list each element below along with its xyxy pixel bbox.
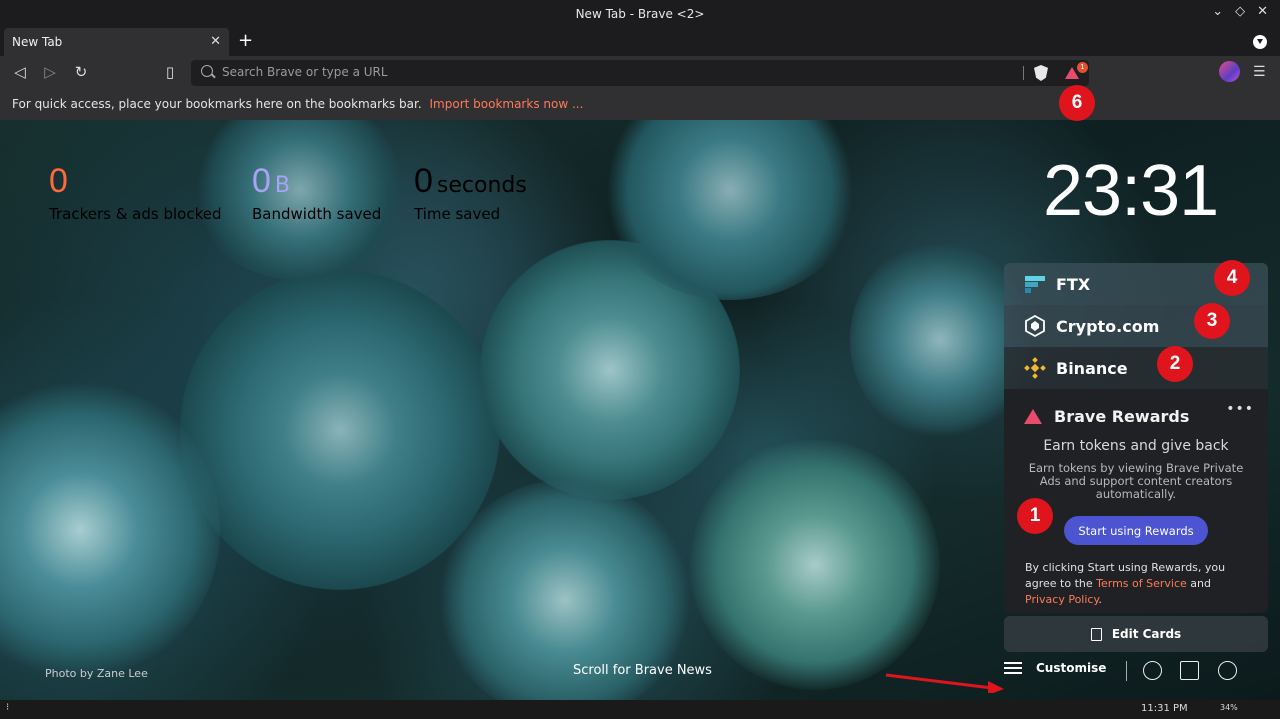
terms-and: and [1190, 577, 1211, 590]
edit-cards-label: Edit Cards [1111, 627, 1182, 641]
tab-strip: New Tab ✕ + [0, 28, 1280, 56]
terms-suffix: . [1098, 593, 1102, 606]
rewards-earn-title: Earn tokens and give back [1043, 438, 1229, 454]
background-rosette [850, 240, 1030, 440]
stat-time: 0 seconds Time saved [414, 162, 527, 223]
address-bar-placeholder: Search Brave or type a URL [222, 65, 388, 79]
rewards-terms: By clicking Start using Rewards, you agr… [1025, 560, 1253, 608]
ftx-icon [1025, 276, 1045, 293]
annotation-arrow [885, 673, 1004, 693]
bandwidth-label: Bandwidth saved [252, 205, 382, 223]
close-window-icon[interactable]: ✕ [1257, 4, 1268, 19]
terms-of-service-link[interactable]: Terms of Service [1096, 577, 1187, 590]
bookmarks-bar-message: For quick access, place your bookmarks h… [12, 97, 422, 111]
bandwidth-count: 0 [252, 162, 271, 200]
time-label: Time saved [414, 205, 501, 223]
history-icon[interactable] [1218, 661, 1237, 680]
back-icon[interactable]: ◁ [10, 63, 30, 81]
address-bar[interactable]: Search Brave or type a URL 1 [191, 60, 1089, 86]
new-tab-page: 0 Trackers & ads blocked 0B Bandwidth sa… [0, 120, 1280, 700]
window-titlebar: New Tab - Brave <2> ⌄ ◇ ✕ [0, 0, 1280, 28]
start-using-rewards-button[interactable]: Start using Rewards [1064, 516, 1208, 545]
address-bar-divider [1023, 66, 1024, 80]
rewards-earn-description: Earn tokens by viewing Brave Private Ads… [1028, 461, 1244, 501]
minimize-icon[interactable]: ⌄ [1212, 4, 1223, 19]
reload-icon[interactable]: ↻ [71, 63, 91, 81]
binance-label: Binance [1056, 358, 1128, 378]
customise-button[interactable]: Customise [1004, 661, 1106, 675]
annotation-marker-4: 4 [1214, 260, 1250, 296]
edit-cards-button[interactable]: Edit Cards [1004, 616, 1268, 652]
more-options-icon[interactable]: ••• [1226, 401, 1254, 417]
tab-label: New Tab [12, 35, 63, 49]
taskbar-clock: 11:31 PM [1141, 703, 1188, 714]
menu-icon[interactable]: ☰ [1253, 64, 1266, 80]
customise-label: Customise [1036, 661, 1107, 675]
window-title: New Tab - Brave <2> [575, 7, 705, 21]
brave-shields-icon[interactable] [1034, 65, 1048, 81]
photo-credit[interactable]: Photo by Zane Lee [45, 667, 148, 680]
customise-sliders-icon [1004, 661, 1022, 675]
rewards-card-header: Brave Rewards [1024, 407, 1189, 426]
binance-icon [1024, 357, 1046, 379]
rewards-badge: 1 [1077, 62, 1088, 73]
background-rosette [690, 440, 940, 690]
background-rosette [180, 270, 500, 590]
privacy-policy-link[interactable]: Privacy Policy [1025, 593, 1098, 606]
time-unit: seconds [436, 173, 527, 198]
bandwidth-unit: B [274, 173, 291, 198]
rewards-card-title: Brave Rewards [1054, 407, 1190, 426]
system-taskbar: ⁝ 11:31 PM 34% [0, 700, 1280, 719]
bookmark-icon[interactable]: ▯ [160, 63, 180, 81]
window-controls: ⌄ ◇ ✕ [1212, 4, 1268, 19]
crypto-com-icon [1025, 315, 1045, 337]
annotation-marker-2: 2 [1157, 346, 1193, 382]
tab-search-dropdown-icon[interactable] [1253, 35, 1267, 49]
annotation-marker-3: 3 [1194, 303, 1230, 339]
crypto-com-label: Crypto.com [1056, 316, 1160, 336]
clock: 23:31 [1043, 151, 1219, 231]
stat-trackers: 0 Trackers & ads blocked [49, 162, 221, 223]
annotation-marker-1: 1 [1017, 498, 1053, 534]
forward-icon[interactable]: ▷ [40, 63, 60, 81]
trackers-count: 0 [49, 162, 68, 200]
footer-divider [1126, 661, 1127, 681]
brave-rewards-logo-icon [1024, 409, 1042, 424]
search-icon [201, 65, 213, 77]
stat-bandwidth: 0B Bandwidth saved [252, 162, 381, 223]
maximize-icon[interactable]: ◇ [1235, 4, 1245, 19]
profile-avatar[interactable] [1219, 61, 1240, 82]
battery-indicator: 34% [1220, 703, 1238, 712]
taskbar-menu-icon[interactable]: ⁝ [6, 702, 9, 713]
tab-new-tab[interactable]: New Tab ✕ [4, 28, 229, 56]
edit-cards-icon [1090, 627, 1102, 641]
import-bookmarks-link[interactable]: Import bookmarks now ... [430, 97, 584, 111]
scroll-for-brave-news[interactable]: Scroll for Brave News [573, 663, 712, 678]
new-tab-plus-icon[interactable]: + [238, 30, 253, 51]
annotation-marker-6: 6 [1059, 85, 1095, 121]
ftx-label: FTX [1056, 274, 1091, 294]
trackers-label: Trackers & ads blocked [49, 205, 222, 223]
tab-close-icon[interactable]: ✕ [210, 34, 221, 49]
browser-toolbar: ◁ ▷ ↻ ▯ Search Brave or type a URL 1 ☰ [0, 56, 1280, 90]
settings-gear-icon[interactable] [1143, 661, 1162, 680]
card-tab-binance[interactable]: Binance [1004, 347, 1268, 389]
time-count: 0 [414, 162, 433, 200]
bookmarks-icon[interactable] [1180, 661, 1199, 680]
